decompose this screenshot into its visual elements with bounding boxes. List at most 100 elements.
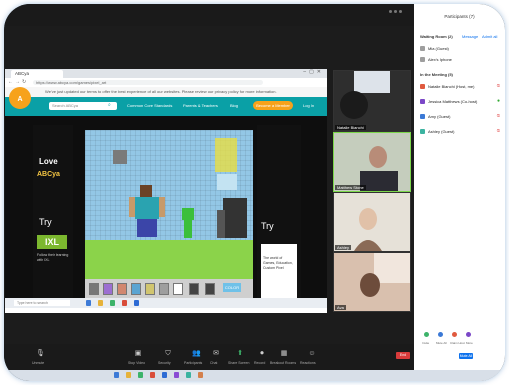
reactions-icon[interactable]: ☺ bbox=[308, 350, 316, 358]
ad-right-text: The world of Games, Education, Custom Pi… bbox=[263, 256, 293, 270]
participant-row[interactable]: Ashley (Guest) ⦸ bbox=[420, 127, 500, 136]
reload-icon[interactable]: ↻ bbox=[22, 79, 26, 85]
participant-video bbox=[334, 193, 410, 251]
ad-try-text: Try bbox=[39, 217, 52, 227]
site-search-input[interactable]: Search ABCya bbox=[49, 102, 117, 110]
taskbar-icon[interactable] bbox=[126, 372, 131, 378]
mute-label[interactable]: Unmute bbox=[32, 361, 44, 365]
mute-all-icon[interactable] bbox=[438, 332, 443, 337]
window-controls[interactable]: –▢✕ bbox=[303, 69, 324, 75]
mic-icon[interactable]: 🎙 bbox=[36, 350, 45, 358]
participant-video bbox=[334, 253, 410, 311]
taskbar-icon[interactable] bbox=[98, 300, 103, 306]
participant-row[interactable]: Natalie Bianchi (Host, me) ⦸ bbox=[420, 82, 500, 91]
mute-all-button[interactable]: Mute All bbox=[459, 353, 473, 359]
taskbar-icon[interactable] bbox=[110, 300, 115, 306]
ad-love-text: Love bbox=[39, 157, 58, 166]
browser-tabbar: ABCya –▢✕ bbox=[5, 69, 327, 78]
nav-common-core[interactable]: Common Core Standards bbox=[127, 103, 172, 108]
video-tile[interactable]: Matthew Stone bbox=[333, 132, 411, 192]
taskbar-icon[interactable] bbox=[198, 372, 203, 378]
participant-row[interactable]: Mia (Guest) bbox=[420, 44, 500, 53]
taskbar-icon[interactable] bbox=[122, 300, 127, 306]
taskbar-icon[interactable] bbox=[138, 372, 143, 378]
ad-right-try-text: Try bbox=[261, 221, 274, 231]
participant-name: Jessica Matthews (Co-host) bbox=[428, 99, 478, 104]
tool-color-1[interactable] bbox=[103, 283, 113, 295]
mute-all-label[interactable]: Mute All bbox=[436, 341, 447, 345]
taskbar-icon[interactable] bbox=[150, 372, 155, 378]
tool-color-4[interactable] bbox=[145, 283, 155, 295]
abcya-logo[interactable]: A bbox=[8, 86, 32, 110]
participants-title: Participants (7) bbox=[444, 14, 475, 19]
windows-taskbar bbox=[4, 370, 505, 381]
shield-icon[interactable]: ⛉ bbox=[164, 350, 172, 358]
avatar bbox=[420, 84, 425, 89]
breakout-icon[interactable]: ▦ bbox=[280, 350, 288, 358]
share-screen-icon[interactable]: ⬆ bbox=[236, 350, 244, 358]
tool-eraser[interactable] bbox=[159, 283, 169, 295]
chat-icon[interactable]: ✉ bbox=[212, 350, 220, 358]
ad-right-card[interactable] bbox=[261, 244, 297, 304]
invite-icon[interactable] bbox=[424, 332, 429, 337]
more-icon[interactable] bbox=[389, 10, 402, 13]
taskbar-icon[interactable] bbox=[174, 372, 179, 378]
back-icon[interactable]: ← bbox=[8, 79, 13, 85]
claim-host-icon[interactable] bbox=[452, 332, 457, 337]
mic-muted-icon: ⦸ bbox=[496, 113, 500, 119]
participant-row[interactable]: Amy (Guest) ⦸ bbox=[420, 112, 500, 121]
url-field[interactable]: https://www.abcya.com/games/pixel_art bbox=[33, 80, 263, 85]
video-tile[interactable]: Natalie Bianchi bbox=[333, 70, 411, 132]
forward-icon[interactable]: → bbox=[15, 79, 20, 85]
participants-icon[interactable]: 👥 bbox=[192, 350, 201, 358]
taskbar-icon[interactable] bbox=[114, 372, 119, 378]
more-label[interactable]: More bbox=[466, 341, 473, 345]
toolbar-label[interactable]: Stop Video bbox=[128, 361, 145, 365]
toolbar-label[interactable]: Record bbox=[254, 361, 265, 365]
nav-blog[interactable]: Blog bbox=[230, 103, 238, 108]
video-tile[interactable]: Ava bbox=[333, 252, 411, 312]
toolbar-label[interactable]: Share Screen bbox=[228, 361, 249, 365]
taskbar-icon[interactable] bbox=[162, 372, 167, 378]
ixl-logo[interactable]: IXL bbox=[37, 235, 67, 249]
toolbar-label[interactable]: Chat bbox=[210, 361, 217, 365]
more-icon[interactable] bbox=[466, 332, 471, 337]
claim-host-label[interactable]: Claim Host bbox=[450, 341, 465, 345]
search-icon[interactable]: ⌕ bbox=[108, 102, 111, 108]
tool-clear[interactable] bbox=[205, 283, 215, 295]
tool-save[interactable] bbox=[189, 283, 199, 295]
browser-tab[interactable]: ABCya bbox=[11, 70, 63, 78]
avatar bbox=[420, 114, 425, 119]
login-link[interactable]: Log In bbox=[303, 103, 314, 108]
video-tile[interactable]: Ashley bbox=[333, 192, 411, 252]
record-icon[interactable]: ⏺ bbox=[258, 350, 266, 358]
toolbar-label[interactable]: Participants bbox=[184, 361, 202, 365]
toolbar-label[interactable]: Reactions bbox=[300, 361, 316, 365]
tool-fill[interactable] bbox=[173, 283, 183, 295]
tool-pencil[interactable] bbox=[89, 283, 99, 295]
taskbar-icon[interactable] bbox=[86, 300, 91, 306]
tile-name: Natalie Bianchi bbox=[335, 125, 366, 130]
membership-button[interactable]: Become a Member bbox=[253, 101, 293, 110]
toolbar-label[interactable]: Breakout Rooms bbox=[270, 361, 296, 365]
taskbar-icon[interactable] bbox=[186, 372, 191, 378]
tool-color-3[interactable] bbox=[131, 283, 141, 295]
participant-row[interactable]: Jessica Matthews (Co-host) ● bbox=[420, 97, 500, 106]
cookie-banner: We've just updated our terms to offer th… bbox=[5, 87, 327, 97]
invite-label[interactable]: Invite bbox=[422, 341, 429, 345]
participant-video bbox=[334, 133, 410, 191]
video-icon[interactable]: ▣ bbox=[134, 350, 142, 358]
message-link[interactable]: Message bbox=[462, 34, 478, 39]
end-meeting-button[interactable]: End bbox=[396, 352, 410, 359]
avatar bbox=[420, 57, 425, 62]
participants-panel: Participants (7) Waiting Room (2) Messag… bbox=[414, 4, 505, 381]
nav-parents-teachers[interactable]: Parents & Teachers bbox=[183, 103, 218, 108]
windows-search-input[interactable]: Type here to search bbox=[14, 300, 70, 306]
taskbar-icon[interactable] bbox=[134, 300, 139, 306]
color-button[interactable]: COLOR bbox=[223, 283, 241, 292]
participant-row[interactable]: Alex's Iphone bbox=[420, 55, 500, 64]
admit-all-link[interactable]: Admit all bbox=[482, 34, 497, 39]
toolbar-label[interactable]: Security bbox=[158, 361, 171, 365]
tool-color-2[interactable] bbox=[117, 283, 127, 295]
ad-left[interactable] bbox=[33, 125, 73, 303]
